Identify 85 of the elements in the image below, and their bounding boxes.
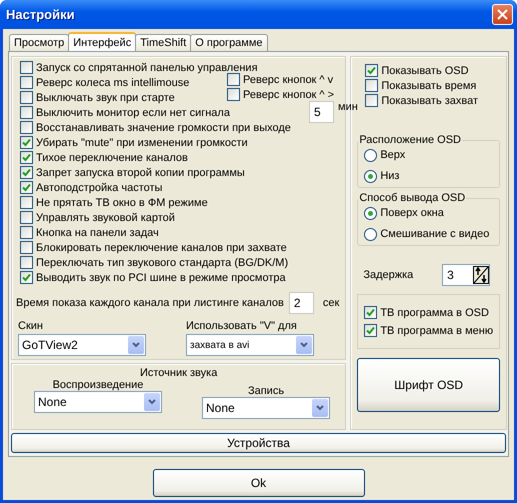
checkbox[interactable] bbox=[20, 226, 33, 239]
unit-label: мин bbox=[338, 101, 358, 113]
devices-button[interactable]: Устройства bbox=[11, 433, 506, 453]
checkbox[interactable] bbox=[20, 136, 33, 149]
radio-button[interactable] bbox=[364, 148, 378, 162]
radio-button[interactable] bbox=[364, 228, 378, 240]
checkbox[interactable] bbox=[20, 121, 33, 134]
checkbox[interactable] bbox=[20, 106, 33, 119]
checkbox[interactable] bbox=[364, 324, 378, 337]
spin-arrows-icon[interactable] bbox=[473, 266, 490, 284]
checkbox[interactable] bbox=[20, 271, 33, 284]
tab[interactable]: О программе bbox=[190, 34, 268, 51]
radio-label: Верх bbox=[380, 149, 406, 161]
delay-label: Задержка bbox=[363, 269, 414, 281]
dropdown[interactable]: захвата в avi bbox=[186, 334, 314, 356]
record-label: Запись bbox=[248, 385, 284, 397]
option-label: Запрет запуска второй копии программы bbox=[36, 166, 245, 178]
option-label: Выключить монитор если нет сигнала bbox=[36, 106, 230, 118]
close-icon[interactable] bbox=[497, 9, 508, 20]
close-button[interactable] bbox=[492, 4, 513, 25]
caret-icon[interactable] bbox=[316, 405, 324, 411]
option-label: Тихое переключение каналов bbox=[36, 152, 188, 164]
caret-icon[interactable] bbox=[300, 342, 308, 348]
caret-icon[interactable] bbox=[132, 342, 140, 348]
checkbox[interactable] bbox=[20, 76, 33, 89]
checkbox[interactable] bbox=[227, 88, 240, 101]
checkbox[interactable] bbox=[364, 306, 378, 319]
option-label: ТВ программа в меню bbox=[380, 324, 494, 336]
radio-label: Поверх окна bbox=[380, 207, 444, 219]
checkbox[interactable] bbox=[365, 79, 378, 92]
listing-time-label: Время показа каждого канала при листинге каналов bbox=[16, 297, 284, 309]
option-label: Переключать тип звукового стандарта (BG/DK/M) bbox=[36, 256, 288, 268]
option-label: Запуск со спрятанной панелью управления bbox=[36, 62, 258, 74]
checkbox[interactable] bbox=[20, 256, 33, 269]
checkbox[interactable] bbox=[20, 166, 33, 179]
option-label: Автоподстройка частоты bbox=[36, 182, 162, 194]
number-field[interactable]: 2 bbox=[288, 292, 314, 314]
option-label: Убирать "mute" при изменении громкости bbox=[36, 136, 248, 148]
radio-label: Смешивание с видео bbox=[380, 228, 490, 240]
option-label: Показывать OSD bbox=[381, 64, 469, 76]
checkbox[interactable] bbox=[20, 196, 33, 209]
playback-label: Воспроизведение bbox=[52, 379, 144, 391]
option-label: Показывать захват bbox=[381, 94, 478, 106]
option-label: Реверс колеса ms intellimouse bbox=[36, 76, 190, 88]
tab[interactable]: TimeShift bbox=[135, 34, 192, 51]
dropdown[interactable]: GoTView2 bbox=[18, 334, 146, 356]
group-title: Способ вывода OSD bbox=[358, 192, 466, 204]
tab[interactable]: Просмотр bbox=[9, 34, 70, 51]
v-key-label: Использовать "V" для bbox=[186, 320, 298, 332]
option-label: Реверс кнопок ^ > bbox=[243, 88, 334, 100]
number-field[interactable]: 5 bbox=[309, 101, 334, 123]
option-label: Восстанавливать значение громкости при выходе bbox=[36, 122, 291, 134]
checkbox[interactable] bbox=[365, 94, 378, 107]
option-label: Управлять звуковой картой bbox=[36, 212, 175, 224]
unit-label: сек bbox=[322, 297, 340, 309]
radio-label: Низ bbox=[380, 170, 400, 182]
checkbox[interactable] bbox=[20, 151, 33, 164]
checkbox[interactable] bbox=[227, 73, 240, 86]
dropdown[interactable]: None bbox=[34, 391, 162, 413]
radio-button[interactable] bbox=[364, 206, 378, 220]
spin-field[interactable]: 3 bbox=[442, 264, 490, 286]
checkbox[interactable] bbox=[20, 91, 33, 104]
option-label: Кнопка на панели задач bbox=[36, 226, 159, 238]
ok-button[interactable]: Ok bbox=[152, 469, 364, 497]
option-label: Реверс кнопок ^ v bbox=[243, 74, 334, 86]
skin-label: Скин bbox=[18, 320, 44, 332]
option-label: Не прятать ТВ окно в ФМ режиме bbox=[36, 196, 208, 208]
checkbox[interactable] bbox=[20, 241, 33, 254]
option-label: Показывать время bbox=[381, 80, 476, 92]
dropdown[interactable]: None bbox=[202, 397, 330, 419]
checkbox[interactable] bbox=[20, 211, 33, 224]
option-label: Выключать звук при старте bbox=[36, 92, 175, 104]
caret-icon[interactable] bbox=[148, 399, 156, 405]
option-label: Выводить звук по PCI шине в режиме просмотра bbox=[36, 272, 286, 284]
tab[interactable]: Интерфейс bbox=[68, 32, 136, 51]
option-label: Блокировать переключение каналов при захвате bbox=[36, 242, 287, 254]
osd-font-button[interactable]: Шрифт OSD bbox=[357, 358, 500, 412]
group-title: Расположение OSD bbox=[358, 134, 462, 146]
option-label: ТВ программа в OSD bbox=[380, 306, 489, 318]
radio-button[interactable] bbox=[364, 170, 378, 182]
checkbox[interactable] bbox=[20, 181, 33, 194]
checkbox[interactable] bbox=[365, 64, 378, 77]
checkbox[interactable] bbox=[20, 61, 33, 74]
window-title: Настройки bbox=[6, 7, 75, 22]
sound-source-title: Источник звука bbox=[140, 367, 218, 379]
